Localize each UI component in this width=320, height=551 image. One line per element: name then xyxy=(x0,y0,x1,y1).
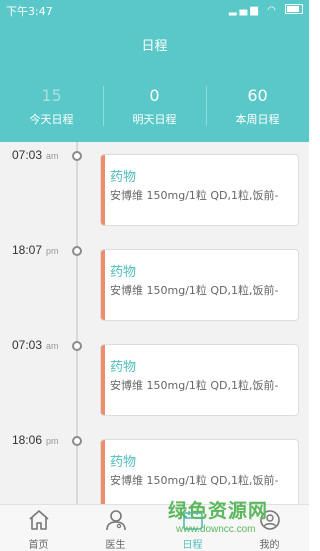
schedule-card[interactable]: 药物 安博维 150mg/1粒 QD,1粒,饭前- xyxy=(100,344,299,416)
profile-icon xyxy=(260,510,280,530)
card-detail: 安博维 150mg/1粒 QD,1粒,饭前- xyxy=(110,284,279,297)
entry-time: 07:03 am xyxy=(12,148,59,162)
status-time: 下午3:47 xyxy=(6,5,53,18)
tab-doctor[interactable]: 医生 xyxy=(77,505,154,551)
timeline-dot xyxy=(72,436,82,446)
stat-week[interactable]: 60 本周日程 xyxy=(206,68,309,142)
schedule-entry: 18:07 pm 药物 安博维 150mg/1粒 QD,1粒,饭前- xyxy=(0,237,309,331)
tab-schedule[interactable]: 日程 xyxy=(154,505,231,551)
doctor-icon xyxy=(106,510,126,531)
card-title: 药物 xyxy=(110,265,137,280)
battery-icon xyxy=(285,4,303,14)
card-detail: 安博维 150mg/1粒 QD,1粒,饭前- xyxy=(110,189,279,202)
stat-week-count: 60 xyxy=(247,86,268,105)
entry-time: 18:07 pm xyxy=(12,243,59,257)
schedule-summary: 15 今天日程 0 明天日程 60 本周日程 xyxy=(0,68,309,142)
stat-today-label: 今天日程 xyxy=(29,113,74,126)
schedule-entry: 07:03 am 药物 安博维 150mg/1粒 QD,1粒,饭前- xyxy=(0,142,309,236)
signal-icon: ▂▄▆ xyxy=(228,5,261,16)
card-detail: 安博维 150mg/1粒 QD,1粒,饭前- xyxy=(110,474,279,487)
schedule-entry: 18:06 pm 药物 安博维 150mg/1粒 QD,1粒,饭前- xyxy=(0,427,309,504)
timeline-dot xyxy=(72,341,82,351)
entry-ampm: am xyxy=(46,151,59,161)
stat-tomorrow[interactable]: 0 明天日程 xyxy=(103,68,206,142)
card-accent-bar xyxy=(101,440,105,504)
card-accent-bar xyxy=(101,345,105,415)
entry-time: 07:03 am xyxy=(12,338,59,352)
card-accent-bar xyxy=(101,155,105,225)
schedule-entry: 07:03 am 药物 安博维 150mg/1粒 QD,1粒,饭前- xyxy=(0,332,309,426)
card-title: 药物 xyxy=(110,360,137,375)
schedule-timeline[interactable]: 07:03 am 药物 安博维 150mg/1粒 QD,1粒,饭前- 18:07 p… xyxy=(0,142,309,504)
stat-today-count: 15 xyxy=(41,86,62,105)
stat-tomorrow-count: 0 xyxy=(149,86,160,105)
schedule-card[interactable]: 药物 安博维 150mg/1粒 QD,1粒,饭前- xyxy=(100,249,299,321)
entry-ampm: am xyxy=(46,341,59,351)
card-accent-bar xyxy=(101,250,105,320)
calendar-icon xyxy=(183,511,203,530)
tab-home[interactable]: 首页 xyxy=(0,505,77,551)
schedule-card[interactable]: 药物 安博维 150mg/1粒 QD,1粒,饭前- xyxy=(100,439,299,504)
tab-doctor-label: 医生 xyxy=(105,540,126,551)
tab-schedule-label: 日程 xyxy=(182,540,203,551)
tab-profile-label: 我的 xyxy=(259,540,280,551)
entry-time: 18:06 pm xyxy=(12,433,59,447)
card-title: 药物 xyxy=(110,455,137,470)
bottom-tab-bar: 首页 医生 日程 我的 xyxy=(0,504,309,551)
app-header: 日程 xyxy=(0,20,309,68)
page-title: 日程 xyxy=(141,39,168,54)
stat-today[interactable]: 15 今天日程 xyxy=(0,68,103,142)
status-bar: 下午3:47 ▂▄▆ ◠ xyxy=(0,0,309,20)
schedule-card[interactable]: 药物 安博维 150mg/1粒 QD,1粒,饭前- xyxy=(100,154,299,226)
wifi-icon: ◠ xyxy=(267,5,279,16)
stat-tomorrow-label: 明天日程 xyxy=(132,113,177,126)
tab-home-label: 首页 xyxy=(28,540,49,551)
status-icons: ▂▄▆ ◠ xyxy=(229,3,303,16)
entry-ampm: pm xyxy=(46,246,59,256)
stat-week-label: 本周日程 xyxy=(235,113,280,126)
card-detail: 安博维 150mg/1粒 QD,1粒,饭前- xyxy=(110,379,279,392)
home-icon xyxy=(29,510,49,530)
timeline-dot xyxy=(72,246,82,256)
tab-profile[interactable]: 我的 xyxy=(231,505,308,551)
timeline-dot xyxy=(72,151,82,161)
entry-ampm: pm xyxy=(46,436,59,446)
card-title: 药物 xyxy=(110,170,137,185)
